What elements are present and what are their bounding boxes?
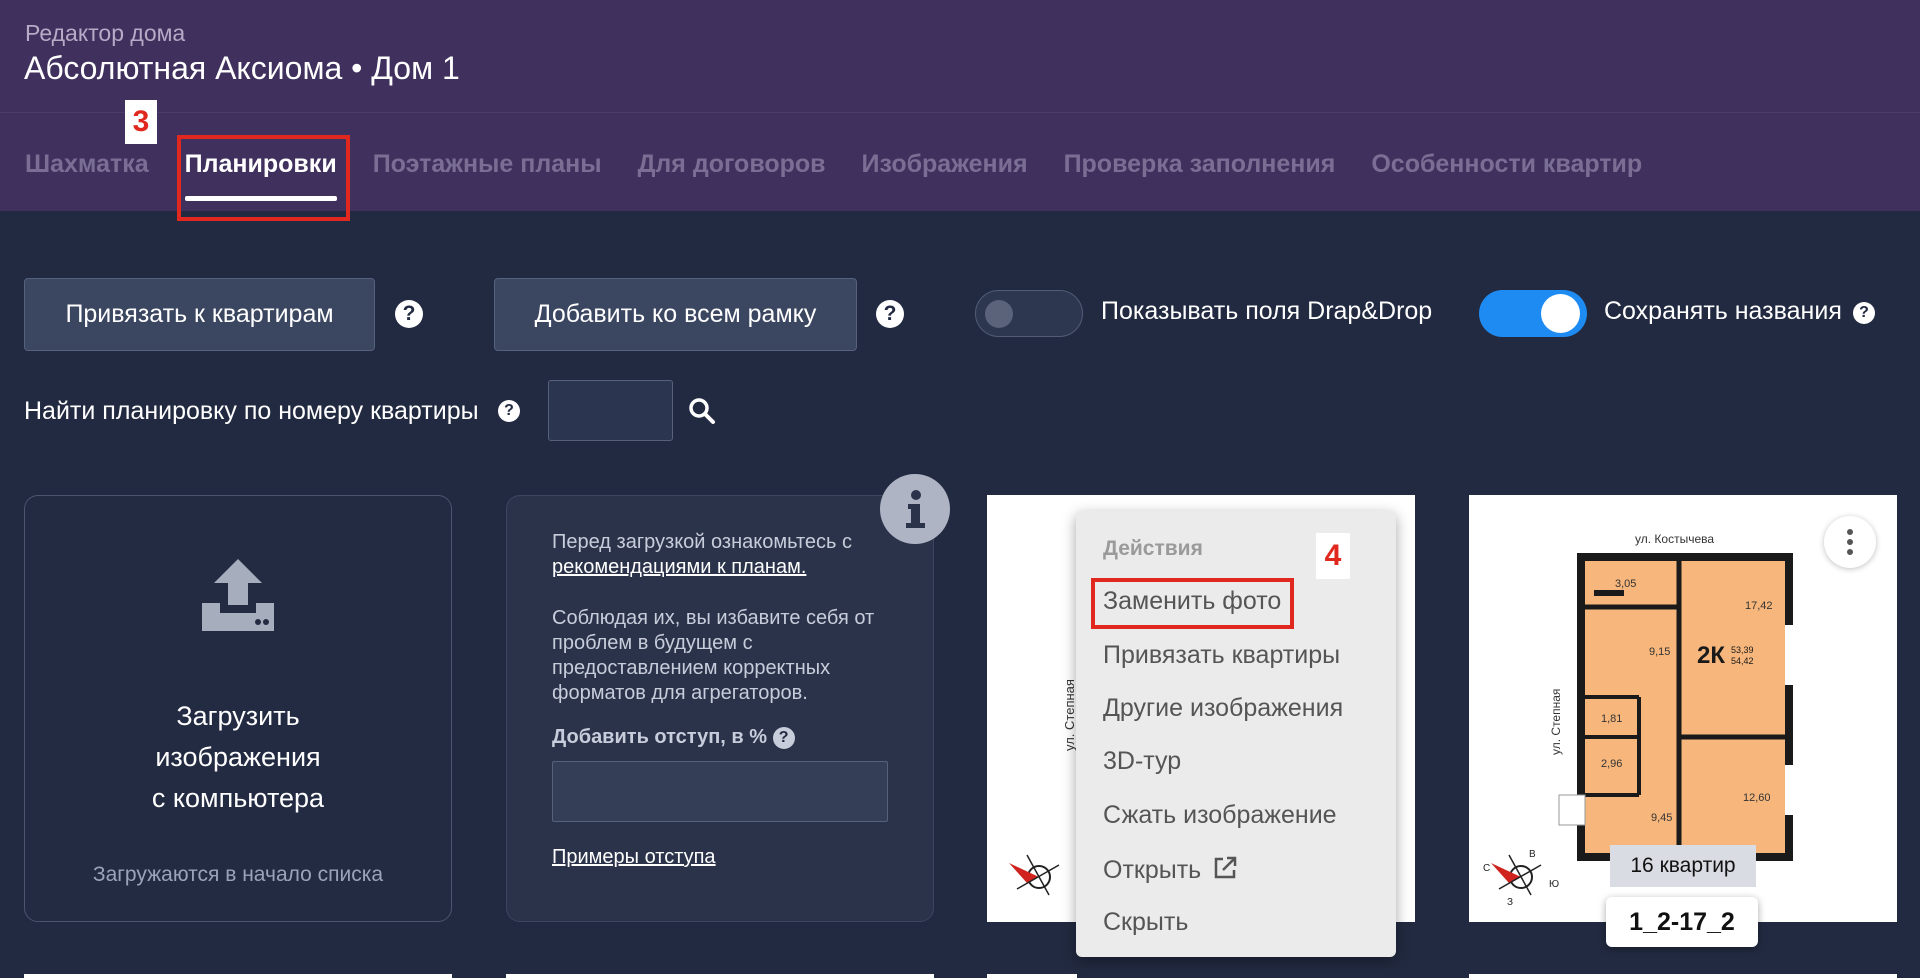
next-card-edge xyxy=(24,974,452,978)
tab-floor-plans[interactable]: Поэтажные планы xyxy=(373,150,602,190)
link-apartments-button[interactable]: Привязать к квартирам xyxy=(24,278,375,351)
help-icon[interactable]: ? xyxy=(1853,302,1875,324)
plan-street-top: ул. Костычева xyxy=(1635,532,1714,546)
save-names-label: Сохранять названия xyxy=(1604,297,1842,325)
compass-label: В xyxy=(1529,849,1536,860)
tab-images[interactable]: Изображения xyxy=(862,150,1028,190)
dragdrop-label: Показывать поля Drap&Drop xyxy=(1101,297,1433,325)
external-link-icon xyxy=(1214,856,1237,879)
menu-item-open-label: Открыть xyxy=(1103,856,1202,884)
upload-note: Загружаются в начало списка xyxy=(92,863,384,886)
next-card-edge xyxy=(506,974,934,978)
compass-label: С xyxy=(1483,863,1490,874)
room-area: 12,60 xyxy=(1743,792,1771,804)
compass-icon: С В З Ю xyxy=(1483,849,1559,908)
info-glyph xyxy=(906,490,925,528)
page-title: Абсолютная Аксиома • Дом 1 xyxy=(24,50,460,86)
toggle-knob xyxy=(1541,294,1580,333)
recommendations-link[interactable]: рекомендациями к планам. xyxy=(552,556,806,578)
room-area: 9,45 xyxy=(1651,812,1672,824)
upload-card[interactable]: Загрузить изображения с компьютера Загру… xyxy=(24,495,452,922)
menu-item-compress-image[interactable]: Сжать изображение xyxy=(1103,801,1337,830)
tab-contracts[interactable]: Для договоров xyxy=(638,150,826,190)
plan-street-side: ул. Степная xyxy=(1549,689,1563,755)
page-subtitle: Редактор дома xyxy=(25,20,186,46)
dragdrop-toggle[interactable] xyxy=(975,290,1083,337)
tab-fill-check[interactable]: Проверка заполнения xyxy=(1064,150,1336,190)
annotation-number: 3 xyxy=(125,100,157,144)
info-intro: Перед загрузкой ознакомьтесь с xyxy=(552,531,852,553)
next-card-edge xyxy=(987,974,1077,978)
next-card-edge xyxy=(1469,974,1897,978)
room-area: 9,15 xyxy=(1649,646,1670,658)
tab-apartment-features[interactable]: Особенности квартир xyxy=(1371,150,1642,190)
menu-item-link-apartments[interactable]: Привязать квартиры xyxy=(1103,641,1340,670)
room-area: 17,42 xyxy=(1745,600,1773,612)
recommendations-card: Перед загрузкой ознакомьтесь с рекоменда… xyxy=(506,495,934,922)
upload-icon xyxy=(202,559,274,631)
info-icon[interactable] xyxy=(880,474,950,544)
more-actions-icon[interactable] xyxy=(1824,516,1876,568)
annotation-number: 4 xyxy=(1316,533,1350,579)
apartment-area: 53,39 xyxy=(1731,645,1754,655)
compass-label: З xyxy=(1507,897,1513,908)
annotation-highlight-tab xyxy=(177,135,350,221)
menu-item-open[interactable]: Открыть xyxy=(1103,855,1238,885)
menu-item-hide[interactable]: Скрыть xyxy=(1103,908,1188,937)
apartments-count-badge: 16 квартир xyxy=(1610,845,1756,887)
room-area: 1,81 xyxy=(1601,713,1622,725)
indent-label: Добавить отступ, в % ? xyxy=(552,726,795,749)
add-frame-button[interactable]: Добавить ко всем рамку xyxy=(494,278,857,351)
indent-examples-link[interactable]: Примеры отступа xyxy=(552,845,912,870)
info-text: Перед загрузкой ознакомьтесь с рекоменда… xyxy=(552,530,912,580)
help-icon[interactable]: ? xyxy=(395,300,423,328)
room-area: 2,96 xyxy=(1601,758,1622,770)
tab-chessboard[interactable]: Шахматка xyxy=(25,150,149,190)
plan-name-badge[interactable]: 1_2-17_2 xyxy=(1606,897,1758,947)
toggle-knob xyxy=(985,300,1013,328)
indent-label-text: Добавить отступ, в % xyxy=(552,726,768,748)
menu-header: Действия xyxy=(1103,537,1203,560)
header-divider xyxy=(0,112,1920,113)
menu-item-other-images[interactable]: Другие изображения xyxy=(1103,694,1343,723)
annotation-highlight-menu-item xyxy=(1091,578,1294,629)
upload-title: Загрузить изображения с компьютера xyxy=(151,701,325,813)
help-icon[interactable]: ? xyxy=(876,300,904,328)
apartment-type: 2К xyxy=(1697,642,1725,669)
apartment-area: 54,42 xyxy=(1731,656,1754,666)
room-area: 3,05 xyxy=(1615,578,1636,590)
menu-item-3d-tour[interactable]: 3D-тур xyxy=(1103,747,1181,776)
apartment-number-input[interactable] xyxy=(548,380,673,441)
indent-input[interactable] xyxy=(552,761,888,822)
help-icon[interactable]: ? xyxy=(498,400,520,422)
compass-icon xyxy=(1009,854,1060,896)
compass-label: Ю xyxy=(1549,879,1559,890)
search-label: Найти планировку по номеру квартиры xyxy=(24,397,479,425)
plan-street-label: ул. Степная xyxy=(1062,679,1077,751)
search-icon[interactable] xyxy=(688,397,716,425)
help-icon[interactable]: ? xyxy=(772,726,795,749)
info-paragraph: Соблюдая их, вы избавите себя от проблем… xyxy=(552,607,875,704)
save-names-toggle[interactable] xyxy=(1479,290,1587,337)
